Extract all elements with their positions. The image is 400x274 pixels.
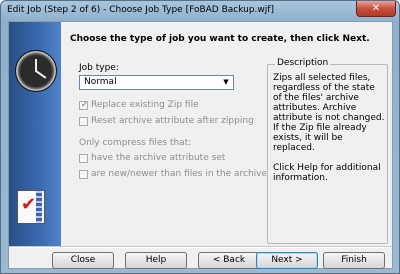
wizard-banner: ✔: [9, 22, 61, 246]
newer-files-label: are new/newer than files in the archive: [91, 169, 268, 179]
button-divider: [9, 246, 392, 248]
job-type-label: Job type:: [79, 63, 119, 73]
job-type-dropdown[interactable]: Normal ▼: [79, 75, 234, 90]
close-button[interactable]: Close: [52, 252, 114, 269]
help-button[interactable]: Help: [125, 252, 187, 269]
clock-icon: [15, 50, 57, 92]
replace-existing-label: Replace existing Zip file: [91, 100, 199, 110]
finish-button[interactable]: Finish: [323, 252, 385, 269]
checkmark-icon: ✔: [81, 100, 88, 109]
back-button[interactable]: < Back: [198, 252, 260, 269]
close-window-button[interactable]: ✕: [356, 1, 396, 17]
archive-attribute-checkbox[interactable]: [79, 154, 88, 163]
replace-existing-checkbox[interactable]: ✔: [79, 100, 88, 110]
description-text: Zips all selected files, regardless of t…: [273, 73, 385, 193]
next-button[interactable]: Next >: [256, 252, 318, 269]
title-bar[interactable]: Edit Job (Step 2 of 6) - Choose Job Type…: [1, 1, 399, 21]
dropdown-arrow-icon: ▼: [223, 78, 229, 86]
only-compress-label: Only compress files that:: [79, 138, 192, 148]
close-icon: ✕: [371, 3, 381, 14]
window-title: Edit Job (Step 2 of 6) - Choose Job Type…: [7, 5, 274, 15]
zip-checklist-icon: ✔: [17, 188, 45, 226]
dialog-client-area: ✔ Choose the type of job you want to cre…: [8, 21, 393, 269]
newer-files-checkbox[interactable]: [79, 170, 88, 179]
dialog-window: Edit Job (Step 2 of 6) - Choose Job Type…: [0, 0, 400, 274]
description-title: Description: [275, 58, 331, 68]
reset-archive-label: Reset archive attribute after zipping: [91, 116, 254, 126]
description-paragraph: Zips all selected files, regardless of t…: [273, 73, 385, 153]
description-help-note: Click Help for additional information.: [273, 163, 381, 183]
archive-attribute-label: have the archive attribute set: [91, 153, 226, 163]
reset-archive-checkbox[interactable]: [79, 117, 88, 126]
job-type-selected-value: Normal: [84, 77, 117, 87]
page-heading: Choose the type of job you want to creat…: [70, 34, 370, 44]
